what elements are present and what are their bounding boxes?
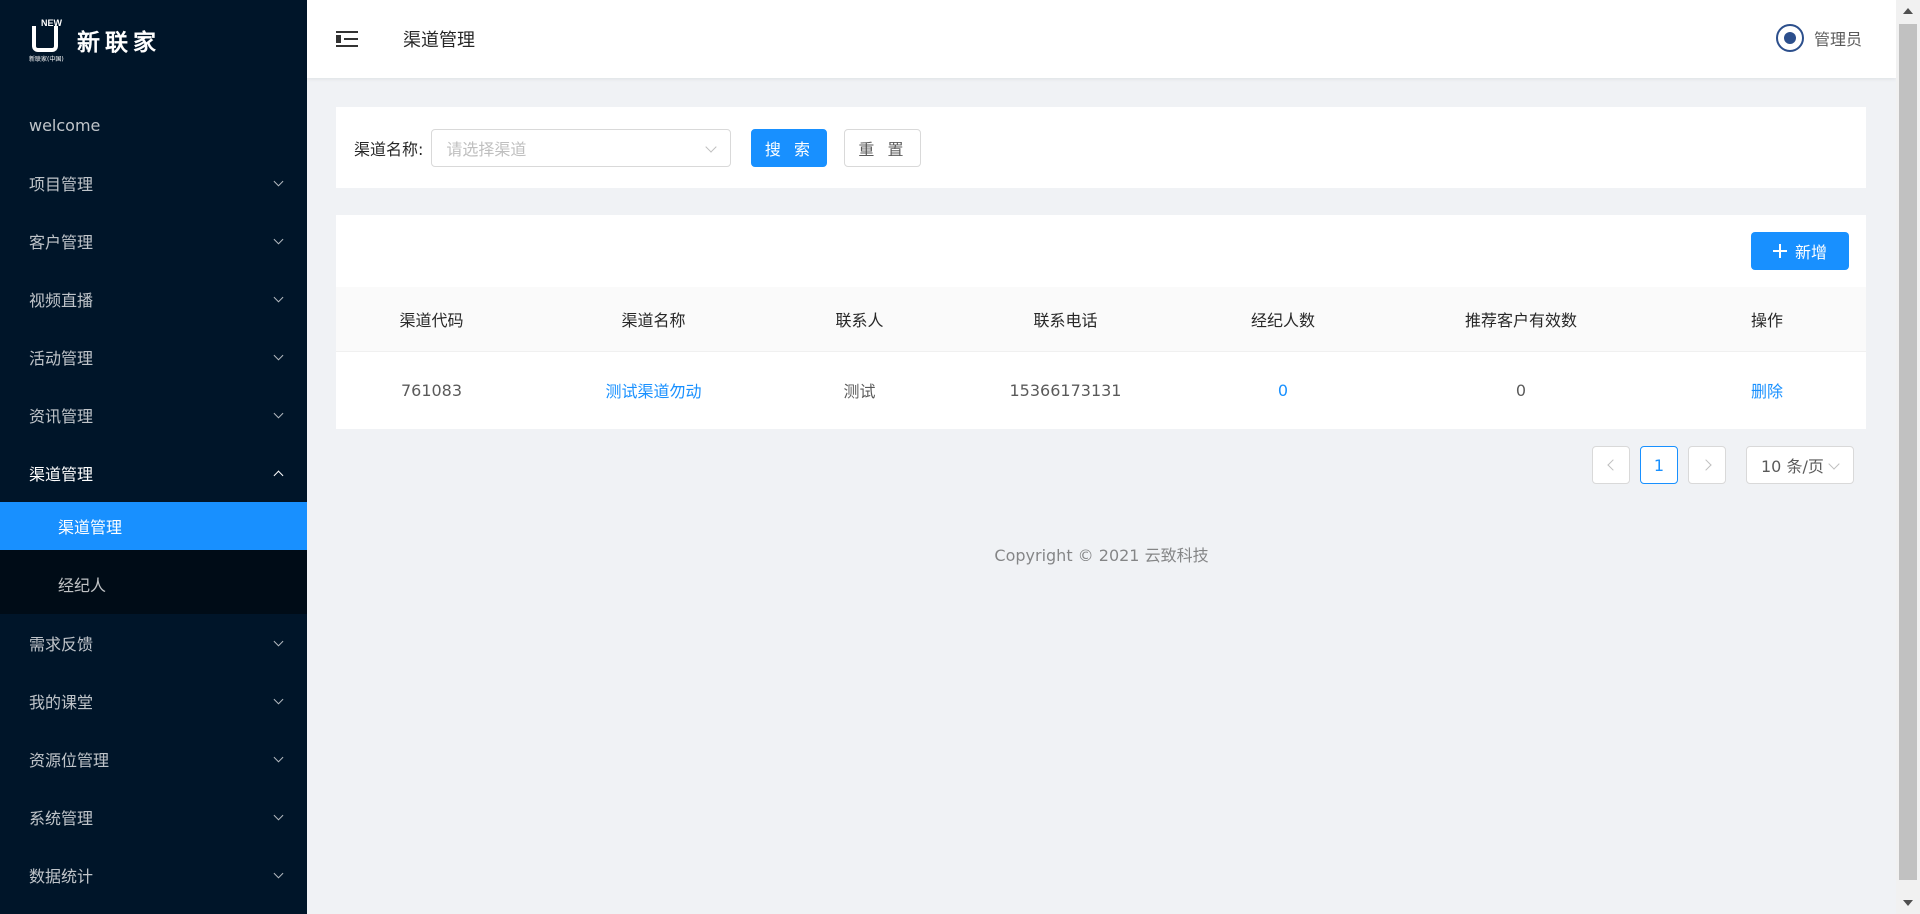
chevron-left-icon xyxy=(1606,459,1619,471)
sidebar-item-activities[interactable]: 活动管理 xyxy=(0,328,307,386)
sidebar-item-label: 渠道管理 xyxy=(29,465,94,484)
sidebar-item-channels[interactable]: 渠道管理 xyxy=(0,444,307,502)
sidebar-item-live-video[interactable]: 视频直播 xyxy=(0,270,307,328)
chevron-down-icon xyxy=(273,870,283,880)
channel-select[interactable]: 请选择渠道 xyxy=(431,128,732,167)
sidebar-item-statistics[interactable]: 数据统计 xyxy=(0,846,307,904)
table-header-row: 渠道代码 渠道名称 联系人 联系电话 经纪人数 推荐客户有效数 操作 xyxy=(336,287,1866,352)
header: 渠道管理 管理员 xyxy=(307,0,1896,78)
chevron-down-icon xyxy=(273,812,283,822)
channel-code-cell: 761083 xyxy=(400,380,463,400)
sidebar-item-label: welcome xyxy=(29,115,101,135)
sidebar-item-label: 资源位管理 xyxy=(29,751,110,770)
sidebar-item-feedback[interactable]: 需求反馈 xyxy=(0,614,307,672)
scrollbar-thumb[interactable] xyxy=(1899,24,1917,880)
column-header: 推荐客户有效数 xyxy=(1374,287,1668,352)
table-row: 761083 测试渠道勿动 测试 15366173131 0 0 删除 xyxy=(336,351,1866,429)
sidebar-subitem-label: 经纪人 xyxy=(58,576,107,595)
sidebar-menu: welcome 项目管理 客户管理 视频直播 活动管理 资讯管理 渠道管理 渠道… xyxy=(0,96,307,904)
sidebar-item-label: 我的课堂 xyxy=(29,693,94,712)
page-title: 渠道管理 xyxy=(403,30,475,51)
column-header: 联系电话 xyxy=(939,287,1192,352)
sidebar-item-label: 项目管理 xyxy=(29,175,94,194)
add-button-label: 新增 xyxy=(1794,243,1827,262)
channel-table: 渠道代码 渠道名称 联系人 联系电话 经纪人数 推荐客户有效数 操作 76108… xyxy=(336,287,1866,429)
sidebar-item-label: 数据统计 xyxy=(29,867,94,886)
agent-count-link[interactable]: 0 xyxy=(1278,381,1288,400)
next-page-button[interactable] xyxy=(1688,446,1726,484)
chevron-down-icon xyxy=(273,410,283,420)
sidebar-item-label: 活动管理 xyxy=(29,349,94,368)
chevron-down-icon xyxy=(273,178,283,188)
sidebar-item-label: 客户管理 xyxy=(29,233,94,252)
valid-referrals-cell: 0 xyxy=(1515,380,1527,400)
sidebar-subitem-channel-management[interactable]: 渠道管理 xyxy=(0,502,307,550)
phone-cell: 15366173131 xyxy=(1009,380,1122,400)
column-header: 操作 xyxy=(1668,287,1866,352)
prev-page-button[interactable] xyxy=(1592,446,1630,484)
sidebar-item-resource-slots[interactable]: 资源位管理 xyxy=(0,730,307,788)
sidebar-item-news[interactable]: 资讯管理 xyxy=(0,386,307,444)
channel-name-label: 渠道名称: xyxy=(354,139,424,159)
channel-table-card: 新增 渠道代码 渠道名称 联系人 联系电话 经纪人数 推荐客户有效数 操作 76… xyxy=(336,215,1866,429)
chevron-down-icon xyxy=(273,294,283,304)
plus-icon xyxy=(1772,244,1787,258)
logo-icon: NEW 新联家(中国) xyxy=(29,18,67,63)
sidebar-item-label: 需求反馈 xyxy=(29,635,94,654)
page-number[interactable]: 1 xyxy=(1640,446,1678,484)
scroll-up-icon[interactable] xyxy=(1903,8,1913,14)
search-form: 渠道名称: 请选择渠道 搜 索 重 置 xyxy=(336,107,1866,188)
channel-name-link[interactable]: 测试渠道勿动 xyxy=(605,382,701,401)
chevron-down-icon xyxy=(273,638,283,648)
avatar xyxy=(1775,24,1804,52)
scrollbar[interactable] xyxy=(1896,0,1920,914)
column-header: 经纪人数 xyxy=(1192,287,1374,352)
chevron-down-icon xyxy=(1829,460,1839,470)
user-name: 管理员 xyxy=(1813,30,1862,49)
page-size-value: 10 条/页 xyxy=(1761,457,1824,476)
logo-sub-text: 新联家(中国) xyxy=(29,56,64,63)
sidebar-item-label: 系统管理 xyxy=(29,809,94,828)
user-menu[interactable]: 管理员 xyxy=(1775,24,1862,52)
chevron-down-icon xyxy=(273,696,283,706)
column-header: 渠道名称 xyxy=(527,287,780,352)
page-size-select[interactable]: 10 条/页 xyxy=(1746,446,1854,484)
logo[interactable]: NEW 新联家(中国) 新联家 xyxy=(0,0,307,80)
pagination: 1 10 条/页 xyxy=(1582,446,1854,484)
chevron-down-icon xyxy=(273,754,283,764)
brand-name: 新联家 xyxy=(77,30,161,56)
channels-submenu: 渠道管理 经纪人 xyxy=(0,502,307,614)
reset-button[interactable]: 重 置 xyxy=(844,128,922,167)
chevron-down-icon xyxy=(273,236,283,246)
sidebar-item-classroom[interactable]: 我的课堂 xyxy=(0,672,307,730)
contact-cell: 测试 xyxy=(843,382,876,402)
chevron-down-icon xyxy=(273,352,283,362)
chevron-up-icon xyxy=(273,468,283,478)
column-header: 渠道代码 xyxy=(336,287,527,352)
sidebar-item-customers[interactable]: 客户管理 xyxy=(0,212,307,270)
sidebar-subitem-agents[interactable]: 经纪人 xyxy=(0,560,307,608)
add-button[interactable]: 新增 xyxy=(1751,232,1849,270)
scroll-down-icon[interactable] xyxy=(1903,900,1913,906)
search-button[interactable]: 搜 索 xyxy=(751,128,828,167)
sidebar-item-label: 资讯管理 xyxy=(29,407,94,426)
sidebar-item-label: 视频直播 xyxy=(29,291,94,310)
sidebar-item-projects[interactable]: 项目管理 xyxy=(0,154,307,212)
sidebar-subitem-label: 渠道管理 xyxy=(58,518,123,537)
menu-fold-icon[interactable] xyxy=(336,30,358,48)
chevron-down-icon xyxy=(706,143,716,153)
delete-link[interactable]: 删除 xyxy=(1751,382,1783,401)
sidebar: NEW 新联家(中国) 新联家 welcome 项目管理 客户管理 视频直播 活… xyxy=(0,0,307,914)
column-header: 联系人 xyxy=(780,287,939,352)
footer-copyright: Copyright © 2021 云致科技 xyxy=(994,546,1209,565)
sidebar-item-system[interactable]: 系统管理 xyxy=(0,788,307,846)
channel-select-placeholder: 请选择渠道 xyxy=(446,139,527,159)
chevron-right-icon xyxy=(1699,459,1712,471)
sidebar-item-welcome[interactable]: welcome xyxy=(0,96,307,154)
